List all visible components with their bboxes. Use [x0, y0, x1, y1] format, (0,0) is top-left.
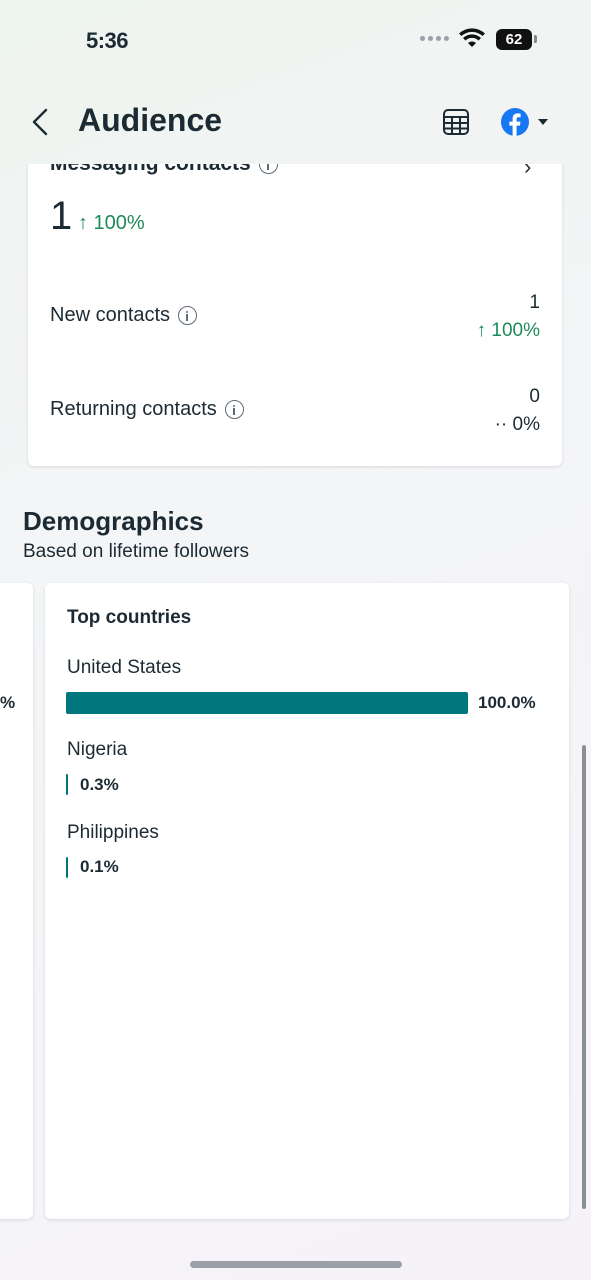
country-bar [66, 857, 68, 878]
messaging-title-text: Messaging contacts [50, 164, 251, 176]
country-bar [66, 774, 68, 795]
returning-contacts-label: Returning contacts [50, 398, 244, 421]
new-contacts-value: 1 [529, 292, 540, 313]
info-icon[interactable] [178, 306, 198, 325]
new-contacts-change: ↑ 100% [476, 320, 540, 341]
previous-demographics-card[interactable]: % [0, 583, 33, 1219]
battery-tip [534, 35, 537, 43]
scrollbar[interactable] [582, 745, 586, 1209]
back-chevron-icon[interactable] [26, 102, 56, 142]
country-bar [66, 692, 468, 714]
returning-contacts-text: Returning contacts [50, 398, 217, 420]
returning-contacts-change: ·· 0% [494, 414, 540, 435]
facebook-icon [501, 108, 529, 136]
country-bar-track [66, 692, 468, 714]
new-contacts-label: New contacts [50, 304, 198, 327]
page-title: Audience [78, 102, 223, 138]
messaging-total-change: ↑ 100% [78, 212, 145, 234]
status-time: 5:36 [86, 28, 129, 53]
messaging-title: Messaging contacts [50, 164, 278, 176]
new-contacts-text: New contacts [50, 304, 171, 326]
country-bar-track [66, 857, 468, 878]
messaging-contacts-card: Messaging contacts › 1 ↑ 100% New contac… [28, 164, 562, 466]
info-icon[interactable] [258, 164, 278, 174]
country-percent: 0.3% [80, 775, 119, 794]
wifi-icon [459, 28, 485, 47]
app-header: Audience [0, 80, 591, 164]
top-countries-card: Top countries United States 100.0% Niger… [45, 583, 569, 1219]
home-indicator[interactable] [190, 1261, 402, 1268]
table-icon[interactable] [440, 106, 472, 138]
status-bar: 5:36 62 [0, 0, 591, 80]
demographics-subtitle: Based on lifetime followers [23, 541, 249, 562]
top-countries-title: Top countries [67, 607, 192, 628]
account-switcher-button[interactable] [500, 106, 556, 138]
country-name: United States [67, 657, 182, 678]
country-percent: 100.0% [478, 693, 536, 712]
chevron-right-icon[interactable]: › [524, 164, 531, 180]
info-icon[interactable] [224, 400, 244, 419]
messaging-total: 1 [50, 194, 73, 238]
previous-card-percent: % [0, 693, 16, 712]
country-name: Philippines [67, 822, 159, 843]
country-percent: 0.1% [80, 857, 119, 876]
country-bar-track [66, 774, 468, 795]
messaging-card-viewport: Messaging contacts › 1 ↑ 100% New contac… [0, 164, 591, 484]
signal-icon [420, 36, 449, 41]
battery-icon: 62 [496, 29, 532, 50]
returning-contacts-value: 0 [529, 386, 540, 407]
demographics-title: Demographics [23, 506, 204, 536]
country-name: Nigeria [67, 739, 128, 760]
caret-down-icon [538, 119, 548, 125]
